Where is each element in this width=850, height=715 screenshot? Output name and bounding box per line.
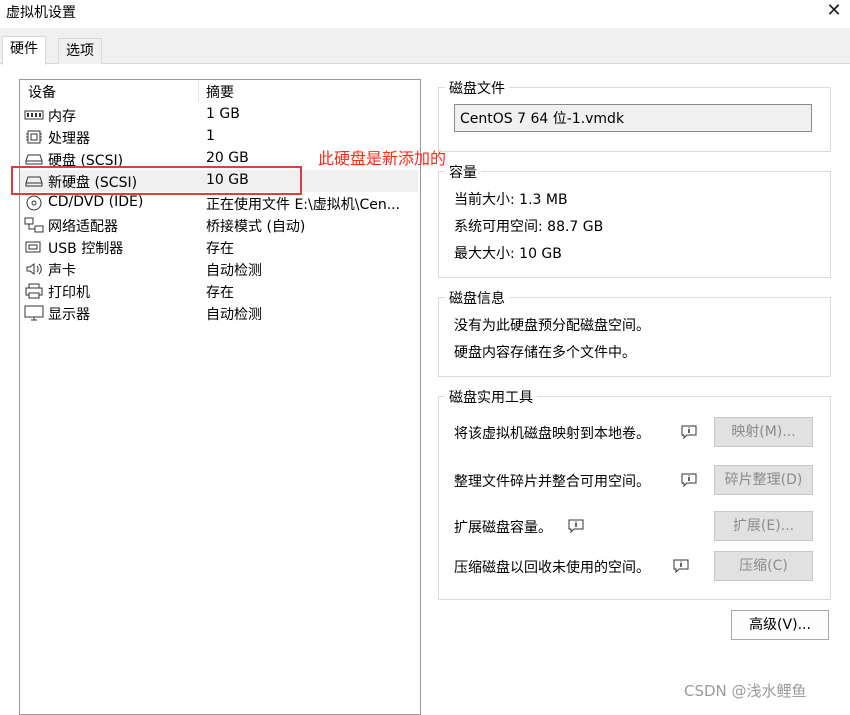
device-row-printer[interactable]: 打印机 存在 xyxy=(20,280,418,302)
utility-defragment-text: 整理文件碎片并整合可用空间。 xyxy=(454,474,650,490)
column-divider[interactable] xyxy=(198,80,199,102)
disk-info-title: 磁盘信息 xyxy=(445,288,509,308)
annotation-highlight-box xyxy=(11,166,302,195)
watermark: CSDN @浅水鲤鱼 xyxy=(684,682,807,700)
compact-button[interactable]: 压缩(C) xyxy=(714,551,813,581)
device-name: USB 控制器 xyxy=(48,241,124,257)
device-summary: 1 GB xyxy=(206,106,240,122)
column-header-device[interactable]: 设备 xyxy=(28,82,56,102)
device-name: 网络适配器 xyxy=(48,219,118,235)
info-icon[interactable] xyxy=(673,559,689,573)
utility-compact-text: 压缩磁盘以回收未使用的空间。 xyxy=(454,560,650,576)
device-summary: 正在使用文件 E:\虚拟机\Cen... xyxy=(206,197,401,213)
device-name: 声卡 xyxy=(48,263,76,279)
device-name: 显示器 xyxy=(48,307,90,323)
memory-icon xyxy=(24,110,44,120)
utility-expand-text: 扩展磁盘容量。 xyxy=(454,520,552,536)
system-free-space: 系统可用空间: 88.7 GB xyxy=(454,219,604,235)
tab-hardware[interactable]: 硬件 xyxy=(2,36,46,65)
tab-strip xyxy=(0,28,850,64)
device-name: 打印机 xyxy=(48,285,90,301)
cd-dvd-icon xyxy=(26,195,42,211)
max-size: 最大大小: 10 GB xyxy=(454,246,562,262)
expand-button[interactable]: 扩展(E)... xyxy=(714,511,813,541)
device-row-sound-card[interactable]: 声卡 自动检测 xyxy=(20,258,418,280)
device-row-memory[interactable]: 内存 1 GB xyxy=(20,104,418,126)
device-row-usb[interactable]: USB 控制器 存在 xyxy=(20,236,418,258)
device-summary: 1 xyxy=(206,128,215,144)
network-adapter-icon xyxy=(24,217,44,233)
device-summary: 桥接模式 (自动) xyxy=(206,219,306,235)
current-size: 当前大小: 1.3 MB xyxy=(454,192,568,208)
device-row-cd-dvd[interactable]: CD/DVD (IDE) 正在使用文件 E:\虚拟机\Cen... xyxy=(20,192,418,214)
info-icon[interactable] xyxy=(681,473,697,487)
monitor-icon xyxy=(24,305,44,321)
title-bar xyxy=(0,0,850,26)
device-summary: 存在 xyxy=(206,285,234,301)
hard-disk-icon xyxy=(25,154,43,165)
device-summary: 存在 xyxy=(206,241,234,257)
info-icon[interactable] xyxy=(681,425,697,439)
advanced-button[interactable]: 高级(V)... xyxy=(731,610,829,640)
defragment-button[interactable]: 碎片整理(D) xyxy=(714,465,813,495)
disk-info-group xyxy=(438,297,831,377)
disk-info-line: 硬盘内容存储在多个文件中。 xyxy=(454,345,636,361)
device-name: 内存 xyxy=(48,109,76,125)
printer-icon xyxy=(25,283,43,299)
close-icon[interactable]: ✕ xyxy=(824,0,844,22)
capacity-title: 容量 xyxy=(445,162,481,182)
device-summary: 自动检测 xyxy=(206,307,262,323)
speaker-icon xyxy=(26,263,42,275)
device-summary: 20 GB xyxy=(206,150,249,166)
utility-map-text: 将该虚拟机磁盘映射到本地卷。 xyxy=(454,426,650,442)
device-row-display[interactable]: 显示器 自动检测 xyxy=(20,302,418,324)
annotation-text: 此硬盘是新添加的 xyxy=(318,149,447,168)
disk-file-title: 磁盘文件 xyxy=(445,78,509,98)
device-row-network-adapter[interactable]: 网络适配器 桥接模式 (自动) xyxy=(20,214,418,236)
column-header-summary[interactable]: 摘要 xyxy=(206,82,234,102)
device-name: CD/DVD (IDE) xyxy=(48,194,144,210)
device-summary: 自动检测 xyxy=(206,263,262,279)
disk-info-line: 没有为此硬盘预分配磁盘空间。 xyxy=(454,318,650,334)
usb-icon xyxy=(25,241,41,253)
disk-utilities-title: 磁盘实用工具 xyxy=(445,387,537,407)
window-title: 虚拟机设置 xyxy=(6,5,76,21)
device-name: 处理器 xyxy=(48,131,90,147)
info-icon[interactable] xyxy=(568,519,584,533)
disk-file-field[interactable] xyxy=(454,104,812,132)
map-button[interactable]: 映射(M)... xyxy=(714,417,813,447)
processor-icon xyxy=(26,130,42,144)
tab-options[interactable]: 选项 xyxy=(58,38,102,64)
